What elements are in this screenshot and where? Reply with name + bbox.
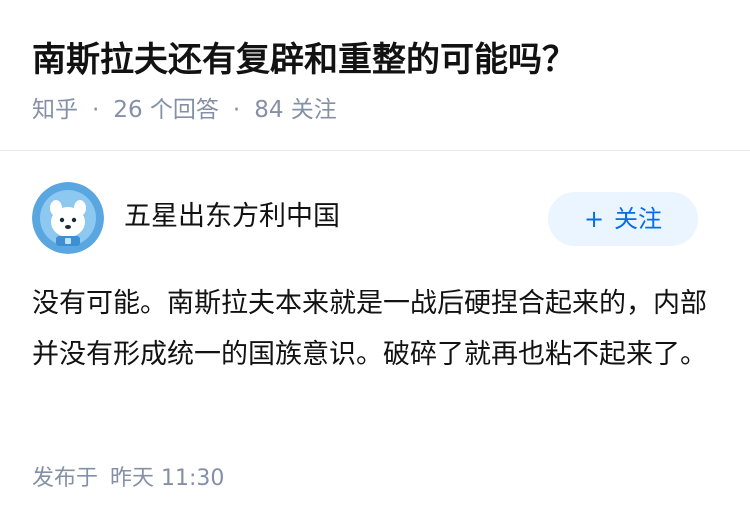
answer-content[interactable]: 没有可能。南斯拉夫本来就是一战后硬捏合起来的，内部并没有形成统一的国族意识。破碎… — [32, 278, 712, 380]
answer-count[interactable]: 26 个回答 — [113, 97, 219, 123]
meta-separator: · — [232, 97, 241, 123]
follow-count[interactable]: 84 关注 — [254, 97, 337, 123]
avatar[interactable] — [32, 182, 104, 254]
question-meta: 知乎 · 26 个回答 · 84 关注 — [32, 94, 337, 126]
meta-separator: · — [92, 97, 100, 123]
plus-icon: + — [583, 205, 605, 233]
follow-button[interactable]: + 关注 — [548, 192, 698, 246]
question-title[interactable]: 南斯拉夫还有复辟和重整的可能吗？ — [32, 38, 576, 82]
avatar-image — [32, 182, 104, 254]
author-row: 五星出东方利中国 + 关注 — [0, 182, 750, 258]
publish-label: 发布于 — [32, 466, 99, 491]
question-header: 南斯拉夫还有复辟和重整的可能吗？ 知乎 · 26 个回答 · 84 关注 — [0, 0, 750, 150]
source-label[interactable]: 知乎 — [32, 97, 78, 123]
publish-time: 昨天 11:30 — [110, 466, 225, 491]
author-name[interactable]: 五星出东方利中国 — [124, 198, 340, 236]
divider — [0, 150, 750, 151]
publish-info: 发布于 昨天 11:30 — [32, 462, 224, 496]
follow-button-label: 关注 — [614, 205, 663, 233]
